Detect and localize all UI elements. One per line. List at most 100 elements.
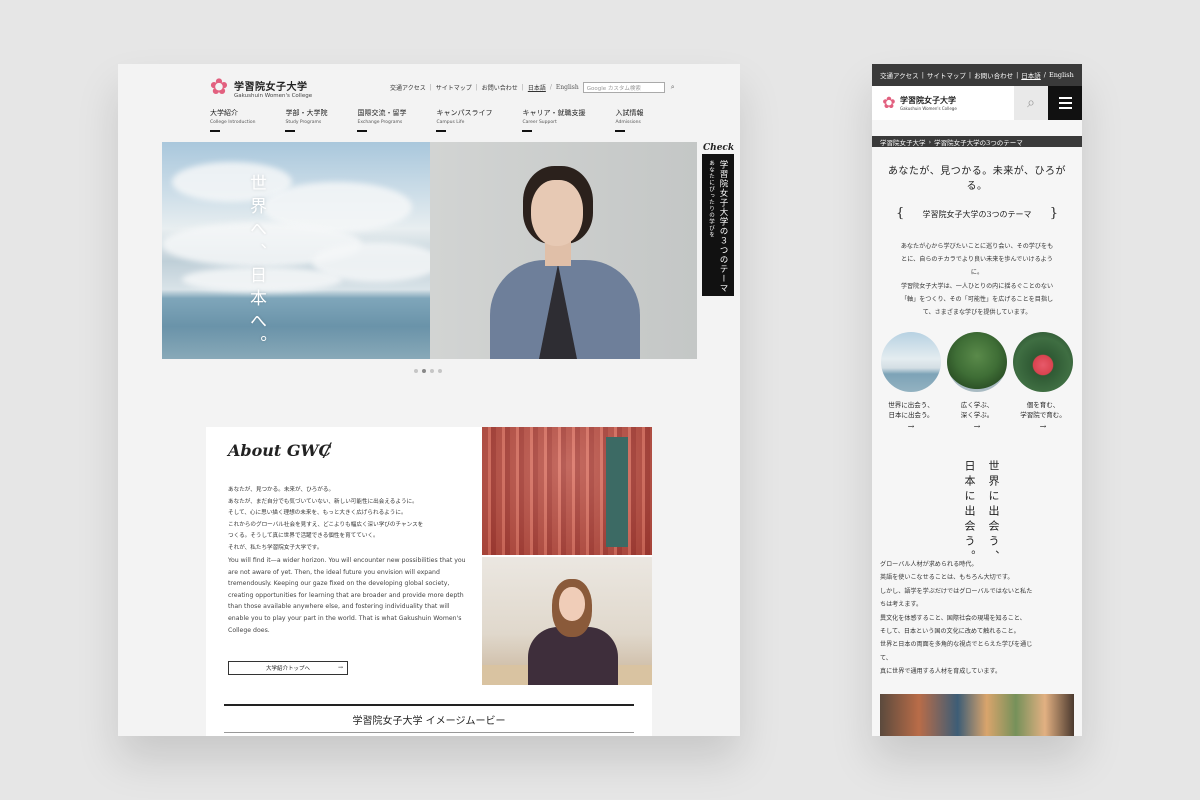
slider-pagination [414,369,442,373]
theme-title: 学習院女子大学の3つのテーマ [922,210,1032,219]
logo-name-en: Gakushuin Women's College [234,92,313,99]
nav-item-exchange[interactable]: 国際交流・留学 Exchange Programs [357,108,406,132]
separator: | [429,84,432,91]
nav-item-study[interactable]: 学部・大学院 Study Programs [285,108,327,132]
mobile-header: ✿ 学習院女子大学 Gakushuin Women's College ⌕ [872,86,1082,120]
about-jp-line: あなたが、まだ自分でも気づいていない、新しい可能性に出会えるように。 [228,498,418,505]
chevron-right-icon: › [928,137,932,146]
arrow-right-icon: → [1039,422,1047,431]
breadcrumb-current: 学習院女子大学の3つのテーマ [934,138,1023,147]
desktop-mockup: ✿ 学習院女子大学 Gakushuin Women's College 交通アク… [118,64,740,736]
nav-label-en: Admissions [615,120,641,125]
site-logo[interactable]: ✿ 学習院女子大学 Gakushuin Women's College [208,77,312,99]
about-jp-line: つくる。そうして真に世界で活躍できる個性を育てていく。 [228,533,379,539]
nav-label-en: College Introduction [210,120,256,125]
util-link-sitemap[interactable]: サイトマップ [436,83,472,92]
slider-dot[interactable] [438,369,442,373]
sakura-logo-icon: ✿ [882,93,896,112]
utility-nav: 交通アクセス | サイトマップ | お問い合わせ | 日本語 / English… [390,82,675,93]
sea-sky-circle-image [881,332,941,392]
nav-underline [615,130,626,132]
util-link-sitemap[interactable]: サイトマップ [927,70,966,80]
arrow-right-icon: → [973,422,981,431]
slider-dot-active[interactable] [422,369,426,373]
nav-item-campus[interactable]: キャンパスライフ Campus Life [436,108,492,132]
site-logo[interactable]: ✿ 学習院女子大学 Gakushuin Women's College [881,93,957,112]
about-jp-line: あなたが、見つかる。未来が、ひろがる。 [228,487,335,493]
global-nav: 大学紹介 College Introduction 学部・大学院 Study P… [210,108,673,132]
vertical-heading: 世界に出会う、 日本に出会う。 [963,460,1000,565]
logo-name-jp: 学習院女子大学 [234,81,308,93]
search-icon[interactable]: ⌕ [1014,86,1048,120]
side-tab-sub: あなたにぴったりの学びを [708,160,714,238]
nav-underline [285,130,296,132]
camellia-circle-image [1013,332,1073,392]
hero-portrait-image [430,142,697,359]
page-catchcopy: あなたが、見つかる。未来が、ひろが る。 [887,166,1067,192]
nav-item-introduction[interactable]: 大学紹介 College Introduction [210,108,255,132]
lang-en-link[interactable]: English [1049,71,1074,79]
hero-sky-sea-image [162,142,442,359]
nav-label-en: Exchange Programs [357,120,403,125]
students-photo [880,694,1074,736]
arrow-right-icon: → [337,664,343,671]
lang-jp-link[interactable]: 日本語 [528,83,546,92]
lang-jp-link[interactable]: 日本語 [1021,70,1041,80]
util-link-access[interactable]: 交通アクセス [390,83,426,92]
nav-underline [436,130,447,132]
nav-label-jp: 大学紹介 [210,109,238,117]
theme-card-learn[interactable]: 広く学ぶ、 深く学ぶ。 → [946,332,1008,431]
hero-slider[interactable]: 世界へ、日本へ。 [162,142,697,359]
side-tab-title: 学習院女子大学の３つのテーマ [718,160,728,293]
theme-cards: 世界に出会う、 日本に出会う。 → 広く学ぶ、 深く学ぶ。 → 個を育む、 学習… [880,332,1074,431]
mobile-utility-bar: 交通アクセス | サイトマップ | お問い合わせ | 日本語 / English [872,64,1082,86]
nav-underline [357,130,368,132]
nav-label-en: Career Support [522,120,557,125]
search-icon[interactable]: ⌕ [671,83,675,92]
theme-card-world[interactable]: 世界に出会う、 日本に出会う。 → [880,332,942,431]
nav-label-jp: キャリア・就職支援 [522,109,586,117]
divider [224,704,634,706]
nav-label-jp: キャンパスライフ [436,109,493,117]
sakura-logo-icon: ✿ [209,75,229,100]
search-input[interactable]: Google カスタム検索 [582,82,665,93]
nav-item-career[interactable]: キャリア・就職支援 Career Support [522,108,585,132]
about-slash: / [324,439,331,461]
nav-label-jp: 学部・大学院 [285,109,328,117]
about-jp-line: それが、私たち学習院女子大学です。 [228,544,323,551]
util-link-access[interactable]: 交通アクセス [880,70,919,80]
separator: | [475,84,478,91]
logo-name-en: Gakushuin Women's College [900,106,957,111]
hamburger-menu-icon[interactable] [1048,86,1082,120]
divider [224,732,634,733]
nav-label-en: Study Programs [285,120,322,125]
logo-name-jp: 学習院女子大学 [900,95,956,105]
theme-card-individual[interactable]: 個を育む、 学習院で育む。 → [1012,332,1074,431]
about-jp-line: そして、心に思い描く理想の未来を、もっと大きく広げられるように。 [228,510,407,516]
tree-circle-image [947,332,1007,392]
themes-side-tab[interactable]: 学習院女子大学の３つのテーマ あなたにぴったりの学びを [702,154,734,296]
breadcrumb: 学習院女子大学 › 学習院女子大学の3つのテーマ [872,136,1082,147]
nav-underline [210,130,220,132]
lang-en-link[interactable]: English [556,84,579,91]
section-body-text: グローバル人材が求められる時代。 英語を使いこなせることは、もちろん大切です。 … [880,561,1033,676]
theme-intro-text: あなたが心から学びたいことに巡り会い、その学びをも とに、自らのチカラでより良い… [900,243,1054,317]
about-section: About GWC / あなたが、見つかる。未来が、ひろがる。 あなたが、まだ自… [206,427,652,736]
util-link-contact[interactable]: お問い合わせ [482,83,518,92]
nav-label-jp: 入試情報 [615,109,644,117]
about-top-button[interactable]: 大学紹介トップへ → [228,661,348,675]
util-link-contact[interactable]: お問い合わせ [974,70,1013,80]
separator: | [521,84,524,91]
about-title: About GWC [228,441,332,460]
separator: / [549,84,552,91]
nav-underline [522,130,533,132]
nav-item-admissions[interactable]: 入試情報 Admissions [615,108,643,132]
slider-dot[interactable] [430,369,434,373]
slider-dot[interactable] [414,369,418,373]
nav-label-en: Campus Life [436,120,465,125]
check-label: Check [703,143,735,153]
hero-catchcopy: 世界へ、日本へ。 [246,174,266,358]
movie-section-title: 学習院女子大学 イメージムービー [352,716,506,727]
breadcrumb-home[interactable]: 学習院女子大学 [880,137,926,147]
mobile-mockup: 交通アクセス | サイトマップ | お問い合わせ | 日本語 / English… [872,64,1082,736]
